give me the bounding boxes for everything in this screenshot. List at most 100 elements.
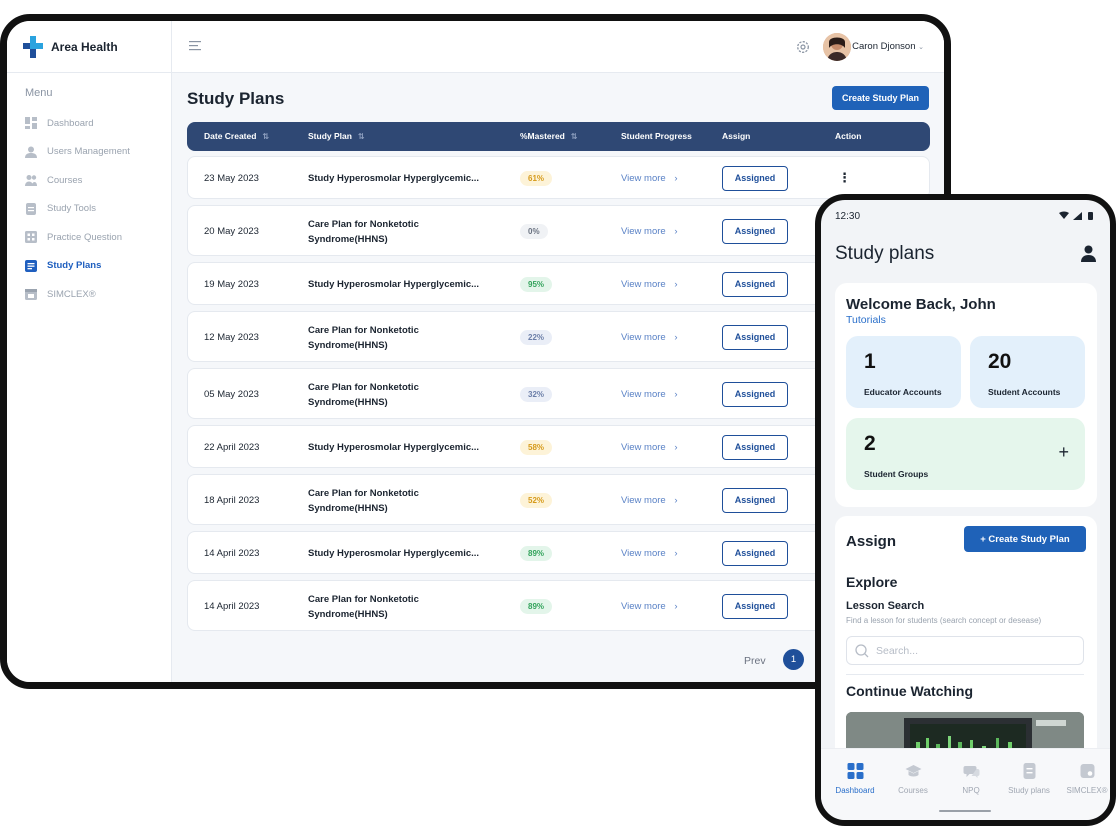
cell-study-plan[interactable]: Study Hyperosmolar Hyperglycemic... [308,277,498,292]
view-more-link[interactable]: View more › [621,442,678,453]
view-more-link[interactable]: View more › [621,495,678,506]
cell-date: 12 May 2023 [204,331,259,343]
cell-study-plan[interactable]: Care Plan for Nonketotic Syndrome(HHNS) [308,380,498,410]
mastered-badge: 89% [520,598,553,614]
cell-date: 14 April 2023 [204,600,260,612]
bottom-nav-label: Dashboard [835,786,875,795]
column-study-plan[interactable]: Study Plan ⇅ [308,122,365,151]
column-date-created[interactable]: Date Created ⇅ [204,122,269,151]
cell-date: 18 April 2023 [204,494,260,506]
simclex-icon [1080,764,1094,778]
sidebar-item-simclex[interactable]: SIMCLEX® [7,280,171,309]
view-more-label: View more [621,547,666,559]
cell-study-plan[interactable]: Care Plan for Nonketotic Syndrome(HHNS) [308,323,498,353]
view-more-label: View more [621,172,666,184]
chevron-down-icon: ⌄ [918,44,924,51]
brand[interactable]: Area Health [7,21,171,73]
column-label: Study Plan [308,131,352,141]
chevron-right-icon: › [674,600,678,612]
stat-value: 1 [864,350,876,373]
view-more-link[interactable]: View more › [621,226,678,237]
more-actions-icon[interactable]: ⋮ [838,170,851,186]
stat-educator-accounts[interactable]: 1 Educator Accounts [846,336,961,408]
assigned-button[interactable]: Assigned [722,165,788,191]
search-box[interactable] [846,636,1084,665]
sidebar-item-study-plans[interactable]: Study Plans [7,252,171,281]
create-study-plan-button[interactable]: Create Study Plan [831,86,929,110]
stat-student-accounts[interactable]: 20 Student Accounts [970,336,1085,408]
bottom-nav-dashboard[interactable]: Dashboard [826,763,884,795]
mastered-badge: 0% [520,223,548,239]
view-more-link[interactable]: View more › [621,389,678,400]
view-more-link[interactable]: View more › [621,332,678,343]
column-assign: Assign [722,131,751,141]
sidebar-item-study-tools[interactable]: Study Tools [7,195,171,224]
sidebar-item-label: Study Plans [47,260,102,272]
assigned-button[interactable]: Assigned [722,593,788,619]
sidebar-item-courses[interactable]: Courses [7,166,171,195]
assigned-button[interactable]: Assigned [722,218,788,244]
assigned-button[interactable]: Assigned [722,540,788,566]
user-avatar[interactable] [823,33,851,61]
view-more-link[interactable]: View more › [621,173,678,184]
sort-icon[interactable]: ⇅ [262,132,269,141]
sidebar-item-dashboard[interactable]: Dashboard [7,109,171,138]
tutorials-link[interactable]: Tutorials [846,314,886,326]
stat-student-groups[interactable]: 2 Student Groups + [846,418,1085,490]
chevron-right-icon: › [674,547,678,559]
lesson-search-description: Find a lesson for students (search conce… [846,616,1042,625]
lesson-search-heading: Lesson Search [846,600,925,612]
sidebar-item-practice-question[interactable]: Practice Question [7,223,171,252]
explore-heading: Explore [846,574,898,590]
cell-study-plan[interactable]: Study Hyperosmolar Hyperglycemic... [308,440,498,455]
calendar-icon [25,289,37,301]
cell-date: 23 May 2023 [204,172,259,184]
assigned-button[interactable]: Assigned [722,324,788,350]
sidebar-item-users-management[interactable]: Users Management [7,138,171,167]
cell-date: 05 May 2023 [204,388,259,400]
bottom-nav-label: Courses [898,786,928,795]
settings-gear-icon[interactable] [796,40,810,54]
study-plans-icon [25,259,37,272]
menu-title: Menu [25,87,53,99]
add-group-plus-icon[interactable]: + [1058,442,1069,463]
chevron-right-icon: › [674,225,678,237]
chevron-right-icon: › [674,494,678,506]
welcome-card: Welcome Back, John Tutorials 1 Educator … [835,283,1097,507]
sort-icon[interactable]: ⇅ [571,132,578,141]
mastered-badge: 22% [520,329,553,345]
profile-icon[interactable] [1081,245,1096,262]
column-mastered[interactable]: %Mastered ⇅ [520,122,578,151]
pagination-page-1[interactable]: 1 [783,649,804,670]
menu-toggle-icon[interactable] [189,41,201,51]
status-time: 12:30 [835,211,861,222]
cell-study-plan[interactable]: Care Plan for Nonketotic Syndrome(HHNS) [308,592,498,622]
bottom-nav-simclex[interactable]: SIMCLEX® [1058,763,1110,795]
welcome-heading: Welcome Back, John [846,296,996,313]
view-more-label: View more [621,331,666,343]
assigned-button[interactable]: Assigned [722,271,788,297]
brand-name: Area Health [51,39,118,54]
view-more-link[interactable]: View more › [621,548,678,559]
sort-icon[interactable]: ⇅ [358,132,365,141]
bottom-nav-npq[interactable]: NPQ [942,763,1000,795]
assigned-button[interactable]: Assigned [722,381,788,407]
cell-study-plan[interactable]: Study Hyperosmolar Hyperglycemic... [308,546,498,561]
top-bar: Caron Djonson ⌄ [172,21,944,73]
cell-study-plan[interactable]: Care Plan for Nonketotic Syndrome(HHNS) [308,217,498,247]
table-row[interactable]: 23 May 2023 Study Hyperosmolar Hyperglyce… [187,156,930,199]
view-more-link[interactable]: View more › [621,601,678,612]
assigned-button[interactable]: Assigned [722,487,788,513]
cell-study-plan[interactable]: Care Plan for Nonketotic Syndrome(HHNS) [308,486,498,516]
cell-study-plan[interactable]: Study Hyperosmolar Hyperglycemic... [308,171,498,186]
user-menu[interactable]: Caron Djonson ⌄ [852,41,924,52]
pagination-prev[interactable]: Prev [744,655,766,667]
bottom-nav-study-plans[interactable]: Study plans [1000,763,1058,795]
continue-watching-heading: Continue Watching [846,683,974,699]
mastered-badge: 32% [520,386,553,402]
assigned-button[interactable]: Assigned [722,434,788,460]
bottom-nav-courses[interactable]: Courses [884,763,942,795]
phone-create-study-plan-button[interactable]: + Create Study Plan [964,526,1086,552]
view-more-link[interactable]: View more › [621,279,678,290]
search-input[interactable] [876,642,1076,660]
